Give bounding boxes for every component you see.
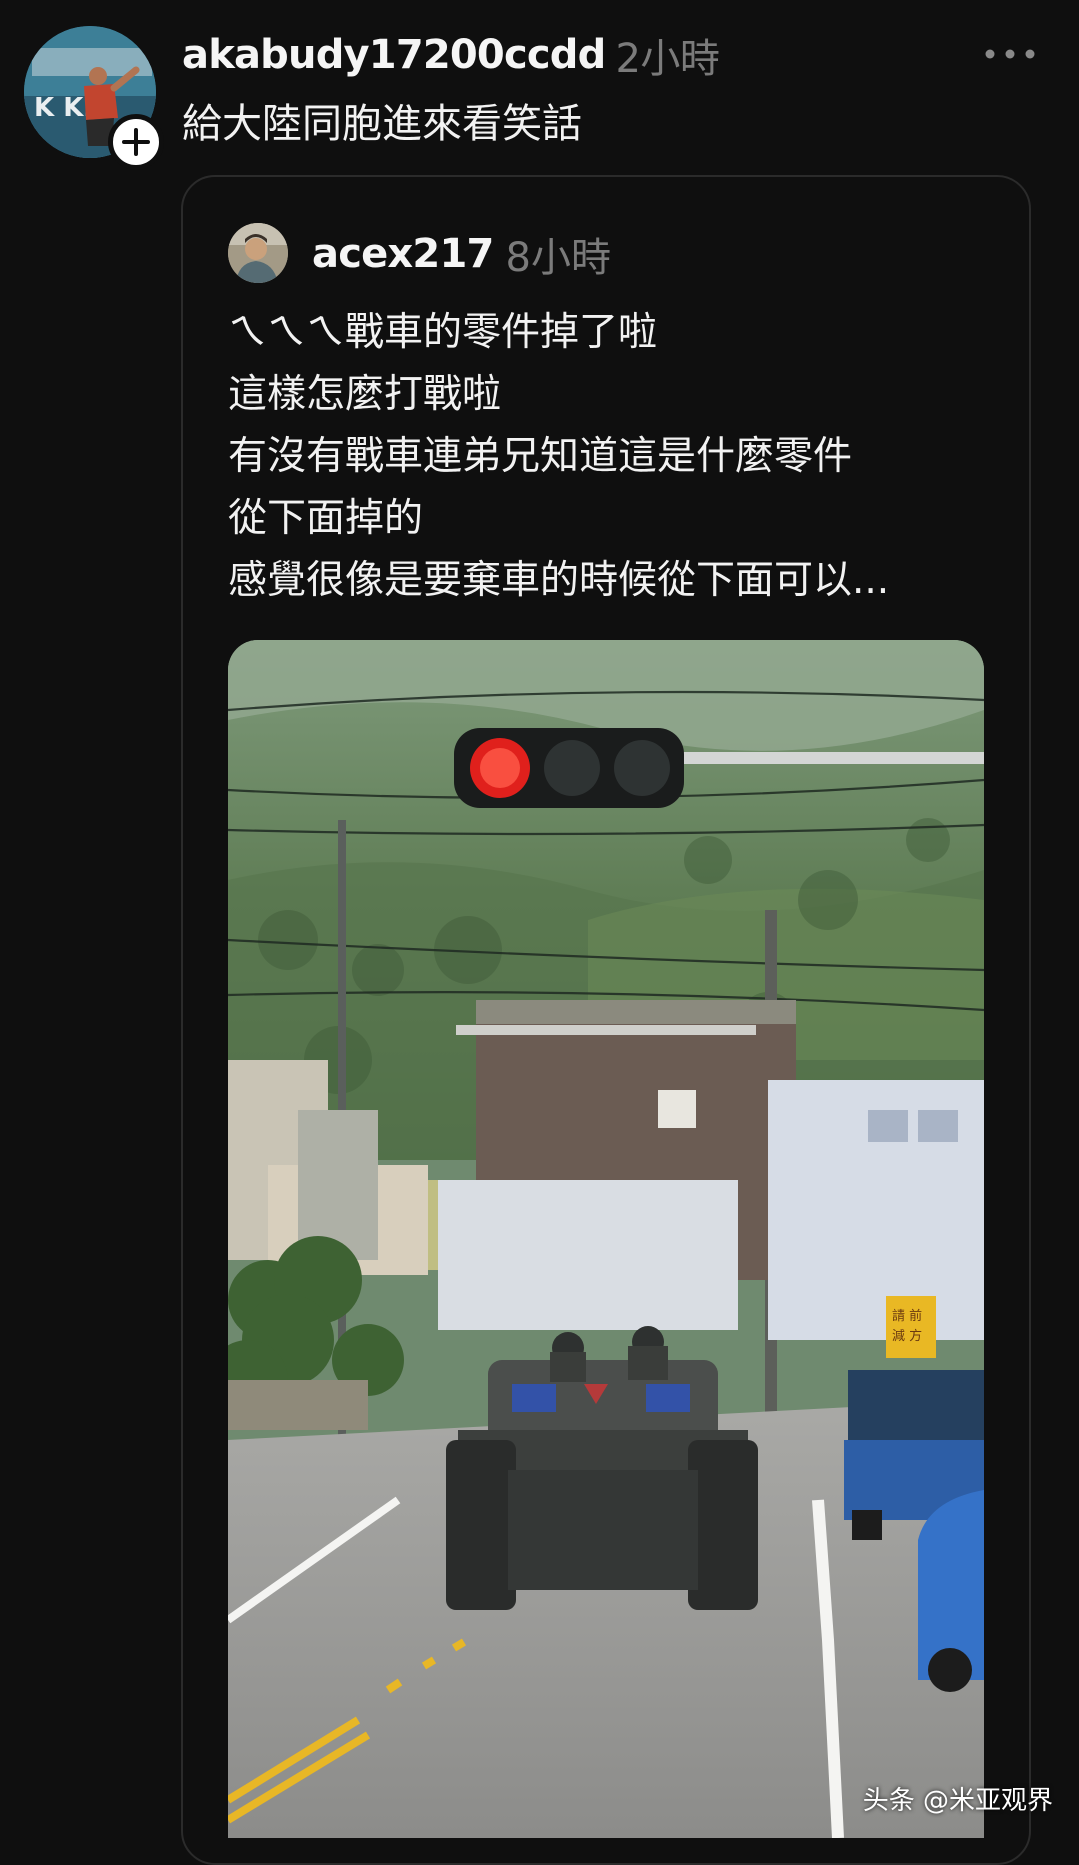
video-thumbnail[interactable]: 請 前 減 方 <box>228 640 984 1838</box>
quoted-post-text: ㄟㄟㄟ戰車的零件掉了啦 這樣怎麼打戰啦 有沒有戰車連弟兄知道這是什麼零件 從下面… <box>228 302 988 612</box>
watermark: 头条 @米亚观界 <box>862 1786 1053 1816</box>
quoted-post-header: acex217 8小時 <box>312 226 611 282</box>
post-text: 給大陸同胞進來看笑話 <box>182 101 582 147</box>
plus-icon <box>122 128 150 156</box>
quoted-text-line: 感覺很像是要棄車的時候從下面可以... <box>228 558 890 603</box>
quoted-author-username[interactable]: acex217 <box>312 231 494 277</box>
follow-button[interactable] <box>108 114 164 170</box>
quoted-author-avatar[interactable] <box>228 223 288 283</box>
more-horizontal-icon <box>985 49 1035 59</box>
svg-text:減 方: 減 方 <box>892 1328 922 1344</box>
more-options-button[interactable] <box>980 36 1040 72</box>
post-timestamp: 2小時 <box>615 36 720 82</box>
svg-text:請 前: 請 前 <box>892 1308 922 1324</box>
quoted-text-line: ㄟㄟㄟ戰車的零件掉了啦 <box>228 310 658 355</box>
quoted-text-line: 這樣怎麼打戰啦 <box>228 372 502 417</box>
quoted-text-line: 從下面掉的 <box>228 496 424 541</box>
post-header: akabudy17200ccdd 2小時 <box>182 28 720 82</box>
quoted-text-line: 有沒有戰車連弟兄知道這是什麼零件 <box>228 434 853 479</box>
author-username[interactable]: akabudy17200ccdd <box>182 32 606 78</box>
quoted-post-timestamp: 8小時 <box>505 235 611 281</box>
